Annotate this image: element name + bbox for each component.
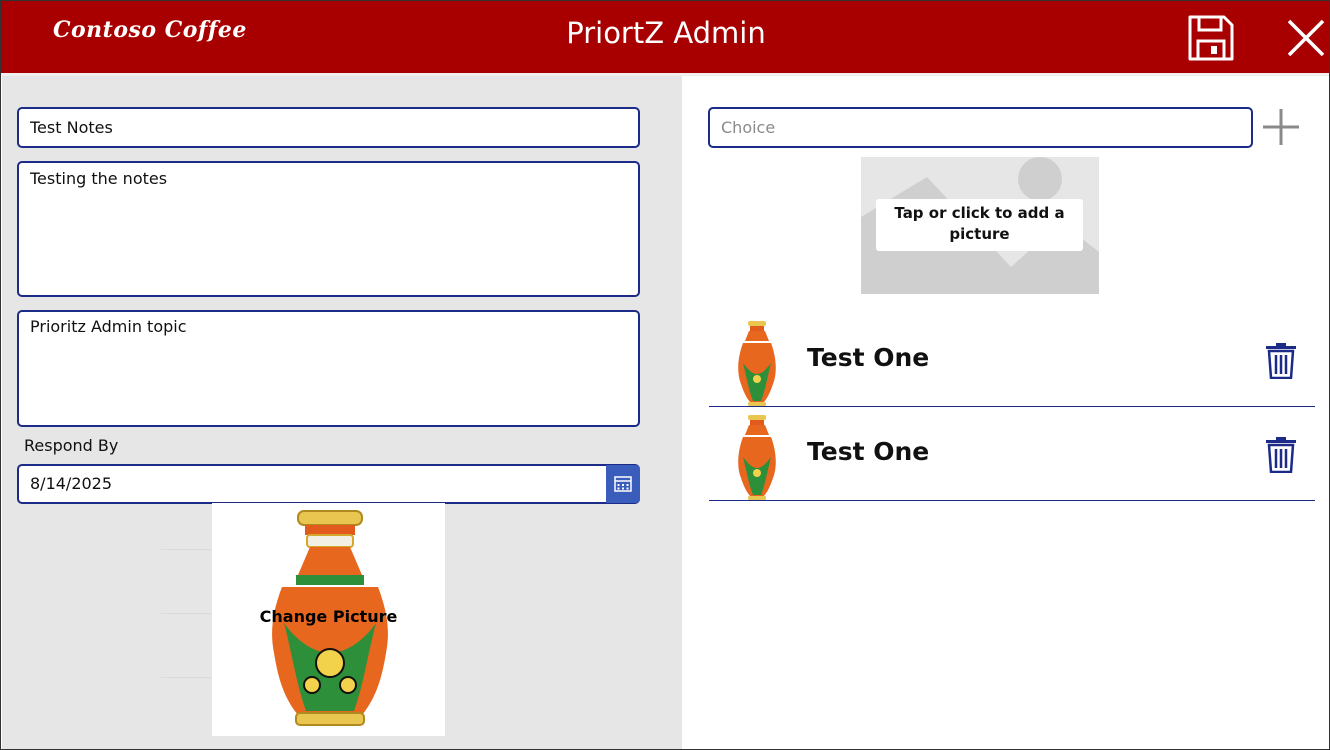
divider (161, 677, 211, 678)
list-item[interactable]: Test One (709, 313, 1315, 407)
save-button[interactable] (1186, 13, 1236, 63)
choice-input[interactable]: Choice (708, 107, 1253, 148)
vase-thumbnail (738, 321, 776, 406)
divider (161, 549, 211, 550)
close-button[interactable] (1284, 16, 1328, 60)
list-item-title: Test One (807, 437, 930, 466)
close-icon (1287, 19, 1325, 57)
trash-icon[interactable] (1265, 343, 1297, 379)
list-item-title: Test One (807, 343, 930, 372)
title-field[interactable]: Test Notes (17, 107, 640, 148)
topic-field[interactable]: Prioritz Admin topic (17, 310, 640, 427)
add-choice-button[interactable] (1261, 107, 1301, 147)
respond-by-date-field[interactable]: 8/14/2025 (17, 464, 640, 504)
app-window: Contoso Coffee PriortZ Admin Test Notes … (0, 0, 1330, 750)
trash-icon[interactable] (1265, 437, 1297, 473)
save-icon (1188, 15, 1234, 61)
calendar-button[interactable] (606, 465, 640, 503)
add-picture-label: Tap or click to add a picture (876, 199, 1083, 251)
page-title: PriortZ Admin (566, 16, 766, 50)
plus-icon (1263, 109, 1299, 145)
calendar-icon (614, 476, 632, 492)
change-picture-button[interactable]: Change Picture (212, 607, 445, 626)
notes-field[interactable]: Testing the notes (17, 161, 640, 297)
divider (161, 613, 211, 614)
vase-thumbnail (738, 415, 776, 500)
respond-by-label: Respond By (24, 436, 119, 455)
list-item[interactable]: Test One (709, 407, 1315, 501)
header-bar: Contoso Coffee PriortZ Admin (1, 1, 1329, 73)
list-divider (709, 500, 1315, 501)
